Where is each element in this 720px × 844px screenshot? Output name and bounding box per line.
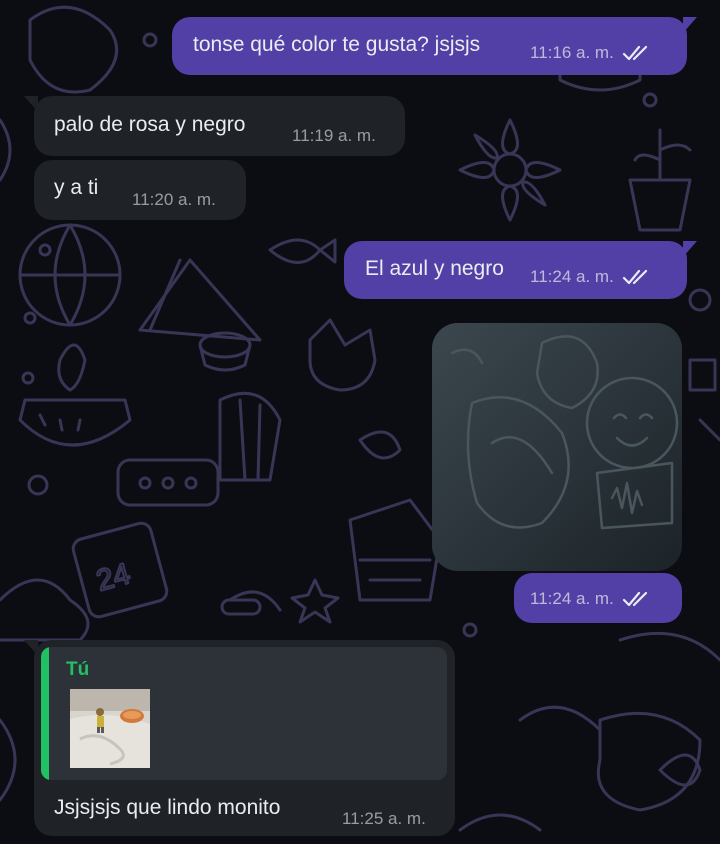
message-text: tonse qué color te gusta? jsjsjs xyxy=(193,33,481,56)
message-time: 11:25 a. m. xyxy=(342,809,426,828)
message-text: palo de rosa y negro xyxy=(54,113,246,136)
message-meta: 11:24 a. m. xyxy=(530,267,654,287)
quoted-photo-thumbnail xyxy=(70,689,150,768)
message-meta: 11:19 a. m. xyxy=(292,126,376,146)
message-bubble-incoming[interactable]: palo de rosa y negro 11:19 a. m. xyxy=(24,96,405,156)
quoted-message[interactable]: Tú xyxy=(41,647,447,780)
quote-accent-bar xyxy=(41,647,49,780)
double-check-icon xyxy=(622,591,647,607)
bubble-tail xyxy=(683,17,697,33)
message-bubble-outgoing[interactable]: El azul y negro 11:24 a. m. xyxy=(344,241,697,299)
message-text: El azul y negro xyxy=(365,257,504,280)
message-bubble-incoming[interactable]: y a ti 11:20 a. m. xyxy=(34,160,246,220)
message-bubble-incoming-reply[interactable]: Tú Jsjsjsjs que lindo monito 11:25 a. m. xyxy=(24,640,455,836)
bubble-tail xyxy=(683,241,697,257)
message-text: y a ti xyxy=(54,176,99,199)
bubble-tail xyxy=(24,640,38,656)
message-bubble-outgoing[interactable]: tonse qué color te gusta? jsjsjs 11:16 a… xyxy=(172,17,697,75)
bubble-tail xyxy=(24,96,38,112)
message-text: Jsjsjsjs que lindo monito xyxy=(54,796,281,819)
message-meta: 11:24 a. m. xyxy=(530,589,654,609)
message-time: 11:16 a. m. xyxy=(530,43,614,62)
message-meta: 11:25 a. m. xyxy=(342,809,426,829)
message-time: 11:24 a. m. xyxy=(530,589,614,608)
sticker-time-bubble[interactable]: 11:24 a. m. xyxy=(514,573,682,623)
double-check-icon xyxy=(622,45,647,61)
quote-author: Tú xyxy=(66,659,90,680)
message-meta: 11:20 a. m. xyxy=(132,190,216,210)
message-time: 11:19 a. m. xyxy=(292,126,376,145)
sticker-image[interactable] xyxy=(432,323,682,571)
sticker-illustration xyxy=(432,323,682,571)
double-check-icon xyxy=(622,269,647,285)
message-time: 11:24 a. m. xyxy=(530,267,614,286)
message-meta: 11:16 a. m. xyxy=(530,43,654,63)
message-time: 11:20 a. m. xyxy=(132,190,216,209)
